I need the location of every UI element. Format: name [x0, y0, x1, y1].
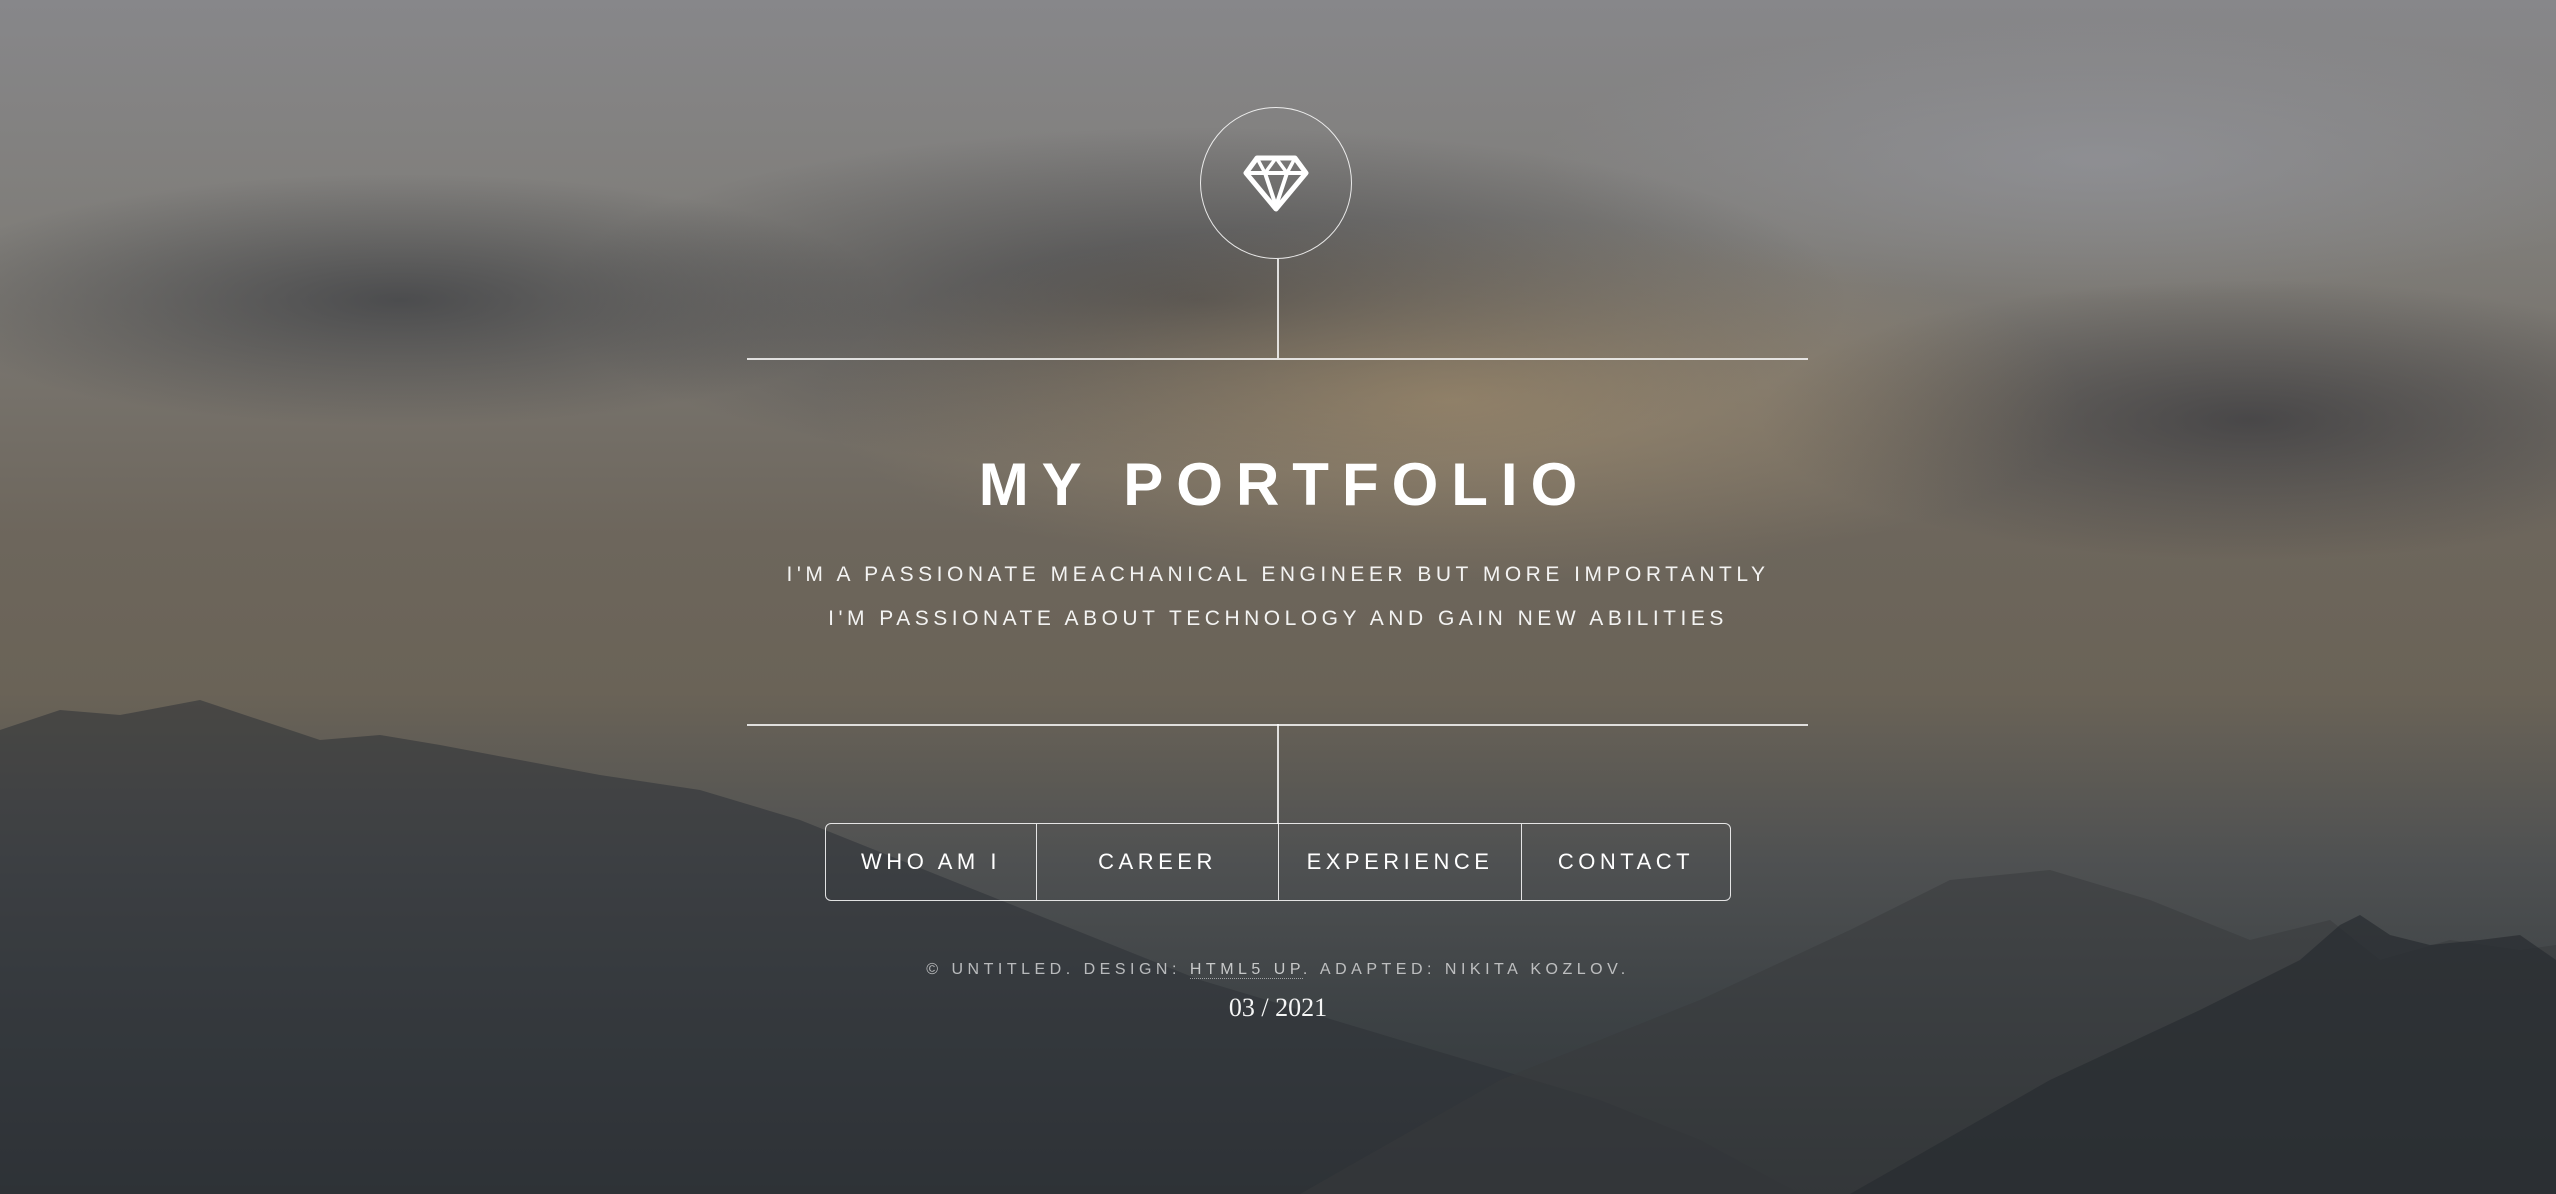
nav-contact[interactable]: CONTACT: [1521, 824, 1730, 900]
nav-career[interactable]: CAREER: [1036, 824, 1278, 900]
footer-suffix: . ADAPTED: NIKITA KOZLOV.: [1302, 961, 1630, 978]
top-divider: [747, 358, 1808, 360]
design-link[interactable]: HTML5 UP: [1189, 961, 1303, 979]
logo-connector-line: [1277, 259, 1279, 358]
nav-connector-line: [1277, 724, 1279, 824]
main-nav: WHO AM I CAREER EXPERIENCE CONTACT: [825, 823, 1731, 901]
diamond-icon: [1243, 155, 1309, 212]
nav-experience[interactable]: EXPERIENCE: [1278, 824, 1521, 900]
page: MY PORTFOLIO I'M A PASSIONATE MEACHANICA…: [0, 0, 2556, 1194]
nav-who-am-i[interactable]: WHO AM I: [826, 824, 1036, 900]
tagline-line-2: I'M PASSIONATE ABOUT TECHNOLOGY AND GAIN…: [828, 607, 1728, 630]
page-title: MY PORTFOLIO: [978, 451, 1591, 518]
footer-credits: © UNTITLED. DESIGN: HTML5 UP. ADAPTED: N…: [0, 958, 2556, 982]
tagline-line-1: I'M A PASSIONATE MEACHANICAL ENGINEER BU…: [786, 563, 1770, 586]
footer-prefix: © UNTITLED. DESIGN:: [926, 961, 1190, 978]
logo: [1200, 107, 1352, 259]
footer-date: 03 / 2021: [1228, 993, 1328, 1022]
